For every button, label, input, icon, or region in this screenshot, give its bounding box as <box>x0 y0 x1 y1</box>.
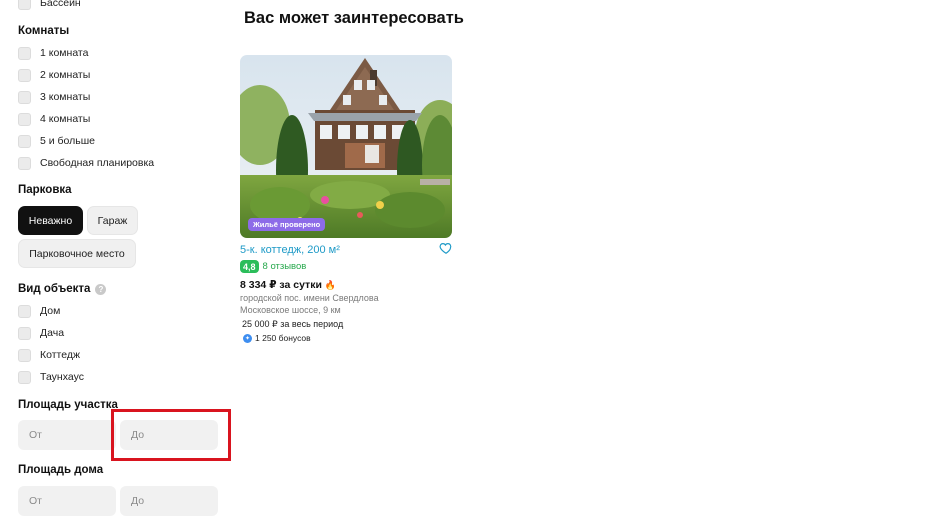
address-line-1: городской пос. имени Свердлова <box>240 293 379 303</box>
checkbox-box[interactable] <box>18 156 31 170</box>
recommendations-heading: Вас может заинтересовать <box>244 9 464 27</box>
parking-chip-parking-spot[interactable]: Парковочное место <box>18 239 136 268</box>
filters-sidebar: Бассейн Комнаты 1 комната 2 комнаты 3 ко… <box>0 0 230 532</box>
checkbox-type-cottage[interactable]: Коттедж <box>18 347 80 363</box>
checkbox-label: 1 комната <box>40 47 89 59</box>
plot-area-to-input[interactable] <box>120 420 218 450</box>
checkbox-box[interactable] <box>18 0 31 10</box>
address-line-2: Московское шоссе, 9 км <box>240 305 341 315</box>
cottage-photo-image <box>240 55 452 238</box>
parking-chip-any[interactable]: Неважно <box>18 206 83 235</box>
object-type-title-text: Вид объекта <box>18 283 91 295</box>
listing-photo[interactable]: Жильё проверено <box>240 55 452 238</box>
checkbox-rooms-2[interactable]: 2 комнаты <box>18 67 90 83</box>
checkbox-label: Дом <box>40 305 61 317</box>
parking-title: Парковка <box>18 184 72 196</box>
bonus-coin-icon: ✦ <box>243 333 252 343</box>
checkbox-label: 2 комнаты <box>40 69 91 81</box>
rating-badge: 4,8 <box>240 260 259 273</box>
reviews-link[interactable]: 8 отзывов <box>263 261 307 272</box>
checkbox-rooms-4[interactable]: 4 комнаты <box>18 111 90 127</box>
checkbox-label: Таунхаус <box>40 371 84 383</box>
verified-badge: Жильё проверено <box>248 218 326 231</box>
house-area-to-input[interactable] <box>120 486 218 516</box>
rating-row: 4,8 8 отзывов <box>240 260 306 273</box>
checkbox-type-dacha[interactable]: Дача <box>18 325 64 341</box>
checkbox-box[interactable] <box>18 134 31 148</box>
checkbox-label: Свободная планировка <box>40 157 155 169</box>
checkbox-type-house[interactable]: Дом <box>18 303 60 319</box>
house-area-from-input[interactable] <box>18 486 116 516</box>
checkbox-rooms-open-plan[interactable]: Свободная планировка <box>18 155 154 171</box>
checkbox-box[interactable] <box>18 304 31 318</box>
question-circle-icon[interactable]: ? <box>95 283 107 295</box>
bonus-text: 1 250 бонусов <box>255 333 311 343</box>
checkbox-box[interactable] <box>18 112 31 126</box>
price-text: 8 334 ₽ за сутки <box>240 279 322 291</box>
rooms-title: Комнаты <box>18 25 70 37</box>
checkbox-box[interactable] <box>18 68 31 82</box>
checkbox-label: Коттедж <box>40 349 80 361</box>
plot-area-title: Площадь участка <box>18 399 118 411</box>
checkbox-label: Бассейн <box>40 0 81 9</box>
checkbox-box[interactable] <box>18 46 31 60</box>
listing-card[interactable]: Жильё проверено 5-к. коттедж, 200 м² 4,8… <box>240 55 453 345</box>
listing-title-link[interactable]: 5-к. коттедж, 200 м² <box>240 244 340 256</box>
checkbox-box[interactable] <box>18 326 31 340</box>
bonus-row: ✦ 1 250 бонусов <box>243 333 311 343</box>
checkbox-rooms-1[interactable]: 1 комната <box>18 45 88 61</box>
checkbox-label: 4 комнаты <box>40 113 91 125</box>
checkbox-pool[interactable]: Бассейн <box>18 0 81 11</box>
parking-chip-garage[interactable]: Гараж <box>87 206 138 235</box>
house-area-title: Площадь дома <box>18 464 104 476</box>
checkbox-rooms-3[interactable]: 3 комнаты <box>18 89 90 105</box>
plot-area-from-input[interactable] <box>18 420 116 450</box>
heart-outline-icon[interactable] <box>439 241 453 255</box>
checkbox-type-townhouse[interactable]: Таунхаус <box>18 369 84 385</box>
object-type-title: Вид объекта ? <box>18 283 107 295</box>
fire-icon: 🔥 <box>324 279 337 290</box>
checkbox-rooms-5-plus[interactable]: 5 и больше <box>18 133 95 149</box>
checkbox-box[interactable] <box>18 370 31 384</box>
checkbox-box[interactable] <box>18 90 31 104</box>
checkbox-label: Дача <box>40 327 65 339</box>
checkbox-box[interactable] <box>18 348 31 362</box>
price-per-night: 8 334 ₽ за сутки 🔥 <box>240 279 336 291</box>
checkbox-label: 3 комнаты <box>40 91 91 103</box>
checkbox-label: 5 и больше <box>40 135 96 147</box>
period-price: 25 000 ₽ за весь период <box>242 319 344 329</box>
